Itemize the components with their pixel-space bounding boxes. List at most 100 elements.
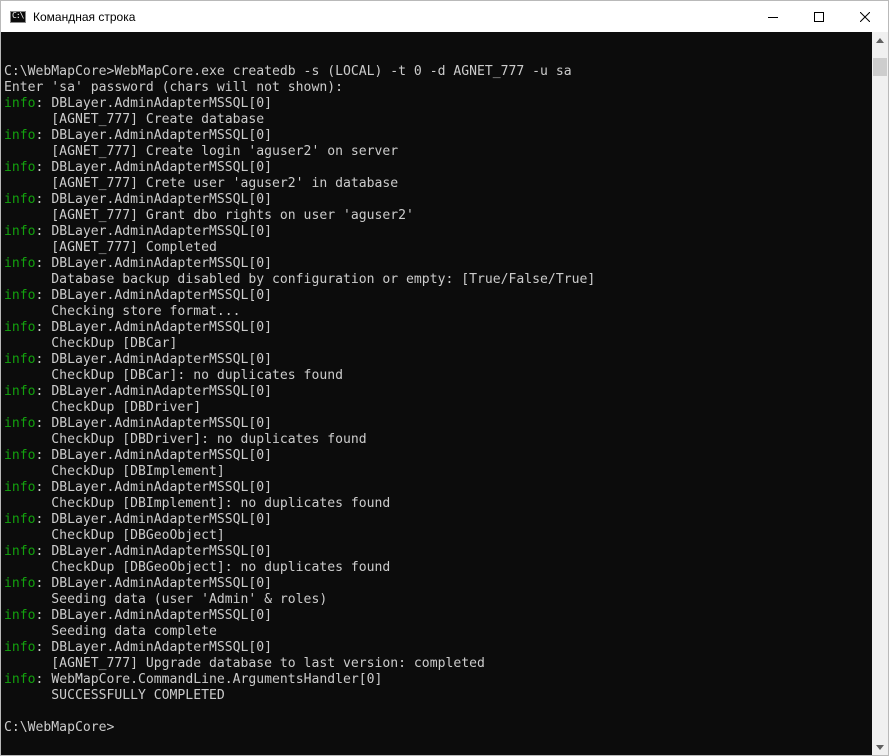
console-line: info: DBLayer.AdminAdapterMSSQL[0]: [4, 320, 595, 336]
log-level-label: info: [4, 192, 36, 207]
console-line: [AGNET_777] Crete user 'aguser2' in data…: [4, 176, 595, 192]
console-line: CheckDup [DBCar]: no duplicates found: [4, 368, 595, 384]
log-level-label: info: [4, 512, 36, 527]
scrollbar-thumb[interactable]: [873, 58, 887, 76]
log-level-label: info: [4, 544, 36, 559]
cmd-icon-glyph: C:\: [12, 10, 24, 20]
console-line: CheckDup [DBCar]: [4, 336, 595, 352]
console-line: info: DBLayer.AdminAdapterMSSQL[0]: [4, 640, 595, 656]
log-level-label: info: [4, 256, 36, 271]
log-level-label: info: [4, 416, 36, 431]
console-line-text: C:\WebMapCore>WebMapCore.exe createdb -s…: [4, 64, 572, 79]
console-line-text: [AGNET_777] Upgrade database to last ver…: [4, 656, 485, 671]
log-level-label: info: [4, 320, 36, 335]
console-line: Database backup disabled by configuratio…: [4, 272, 595, 288]
console-line: CheckDup [DBDriver]: [4, 400, 595, 416]
console-line-text: : DBLayer.AdminAdapterMSSQL[0]: [35, 480, 273, 495]
title-bar[interactable]: C:\ Командная строка: [1, 1, 888, 32]
close-icon: [860, 11, 870, 22]
command-prompt-window: C:\ Командная строка C:\WebMapCore>WebMa…: [0, 0, 889, 756]
log-level-label: info: [4, 288, 36, 303]
close-button[interactable]: [842, 1, 888, 32]
console-line: CheckDup [DBImplement]: no duplicates fo…: [4, 496, 595, 512]
console-line: Seeding data complete: [4, 624, 595, 640]
console-line: Checking store format...: [4, 304, 595, 320]
console-line: info: DBLayer.AdminAdapterMSSQL[0]: [4, 288, 595, 304]
console-line: SUCCESSFULLY COMPLETED: [4, 688, 595, 704]
scroll-up-button[interactable]: [872, 32, 888, 49]
console-line: C:\WebMapCore>: [4, 720, 595, 736]
console-line-text: [AGNET_777] Completed: [4, 240, 217, 255]
log-level-label: info: [4, 352, 36, 367]
console-line-text: : DBLayer.AdminAdapterMSSQL[0]: [35, 96, 273, 111]
console-line: info: DBLayer.AdminAdapterMSSQL[0]: [4, 448, 595, 464]
console-line-text: : WebMapCore.CommandLine.ArgumentsHandle…: [35, 672, 383, 687]
console-line-text: Database backup disabled by configuratio…: [4, 272, 596, 287]
console-line: info: DBLayer.AdminAdapterMSSQL[0]: [4, 608, 595, 624]
maximize-button[interactable]: [796, 1, 842, 32]
window-title: Командная строка: [33, 9, 136, 24]
console-line-text: Enter 'sa' password (chars will not show…: [4, 80, 343, 95]
console-line-text: CheckDup [DBImplement]: [4, 464, 225, 479]
console-line-text: : DBLayer.AdminAdapterMSSQL[0]: [35, 608, 273, 623]
console-line-text: Checking store format...: [4, 304, 241, 319]
console-line-text: : DBLayer.AdminAdapterMSSQL[0]: [35, 416, 273, 431]
console-line-text: [AGNET_777] Create login 'aguser2' on se…: [4, 144, 399, 159]
console-line-text: SUCCESSFULLY COMPLETED: [4, 688, 225, 703]
console-line: info: DBLayer.AdminAdapterMSSQL[0]: [4, 160, 595, 176]
console-line-text: CheckDup [DBDriver]: [4, 400, 202, 415]
console-line: info: DBLayer.AdminAdapterMSSQL[0]: [4, 544, 595, 560]
console-line-text: : DBLayer.AdminAdapterMSSQL[0]: [35, 160, 273, 175]
cmd-icon[interactable]: C:\: [10, 10, 26, 23]
console-line: info: DBLayer.AdminAdapterMSSQL[0]: [4, 256, 595, 272]
console-output[interactable]: C:\WebMapCore>WebMapCore.exe createdb -s…: [1, 32, 872, 755]
console-line: info: DBLayer.AdminAdapterMSSQL[0]: [4, 128, 595, 144]
console-line-text: : DBLayer.AdminAdapterMSSQL[0]: [35, 512, 273, 527]
console-line: info: DBLayer.AdminAdapterMSSQL[0]: [4, 224, 595, 240]
scroll-up-icon: [876, 38, 884, 43]
console-line: [AGNET_777] Upgrade database to last ver…: [4, 656, 595, 672]
console-line: info: DBLayer.AdminAdapterMSSQL[0]: [4, 96, 595, 112]
console-line: info: WebMapCore.CommandLine.ArgumentsHa…: [4, 672, 595, 688]
console-line-text: [AGNET_777] Grant dbo rights on user 'ag…: [4, 208, 414, 223]
console-line: CheckDup [DBGeoObject]: no duplicates fo…: [4, 560, 595, 576]
log-level-label: info: [4, 160, 36, 175]
console-line-text: : DBLayer.AdminAdapterMSSQL[0]: [35, 384, 273, 399]
log-level-label: info: [4, 576, 36, 591]
log-level-label: info: [4, 672, 36, 687]
console-line: info: DBLayer.AdminAdapterMSSQL[0]: [4, 192, 595, 208]
console-line-text: Seeding data complete: [4, 624, 217, 639]
console-line: Seeding data (user 'Admin' & roles): [4, 592, 595, 608]
minimize-icon: [768, 16, 778, 18]
console-lines: C:\WebMapCore>WebMapCore.exe createdb -s…: [4, 48, 595, 736]
log-level-label: info: [4, 640, 36, 655]
scroll-down-button[interactable]: [872, 739, 888, 755]
console-line-text: : DBLayer.AdminAdapterMSSQL[0]: [35, 192, 273, 207]
console-line: info: DBLayer.AdminAdapterMSSQL[0]: [4, 512, 595, 528]
minimize-button[interactable]: [750, 1, 796, 32]
console-line: [AGNET_777] Create login 'aguser2' on se…: [4, 144, 595, 160]
console-line: Enter 'sa' password (chars will not show…: [4, 80, 595, 96]
log-level-label: info: [4, 480, 36, 495]
vertical-scrollbar[interactable]: [872, 32, 888, 755]
console-line-text: : DBLayer.AdminAdapterMSSQL[0]: [35, 576, 273, 591]
console-line: info: DBLayer.AdminAdapterMSSQL[0]: [4, 480, 595, 496]
console-line-text: : DBLayer.AdminAdapterMSSQL[0]: [35, 448, 273, 463]
console-line-text: : DBLayer.AdminAdapterMSSQL[0]: [35, 128, 273, 143]
console-line: [AGNET_777] Create database: [4, 112, 595, 128]
console-line: info: DBLayer.AdminAdapterMSSQL[0]: [4, 352, 595, 368]
console-line: [AGNET_777] Completed: [4, 240, 595, 256]
console-line-text: : DBLayer.AdminAdapterMSSQL[0]: [35, 640, 273, 655]
log-level-label: info: [4, 608, 36, 623]
console-line-text: [AGNET_777] Create database: [4, 112, 265, 127]
console-line: CheckDup [DBDriver]: no duplicates found: [4, 432, 595, 448]
log-level-label: info: [4, 448, 36, 463]
console-line-text: C:\WebMapCore>: [4, 720, 115, 735]
log-level-label: info: [4, 384, 36, 399]
log-level-label: info: [4, 224, 36, 239]
console-line-text: : DBLayer.AdminAdapterMSSQL[0]: [35, 320, 273, 335]
log-level-label: info: [4, 96, 36, 111]
console-line-text: [AGNET_777] Crete user 'aguser2' in data…: [4, 176, 399, 191]
